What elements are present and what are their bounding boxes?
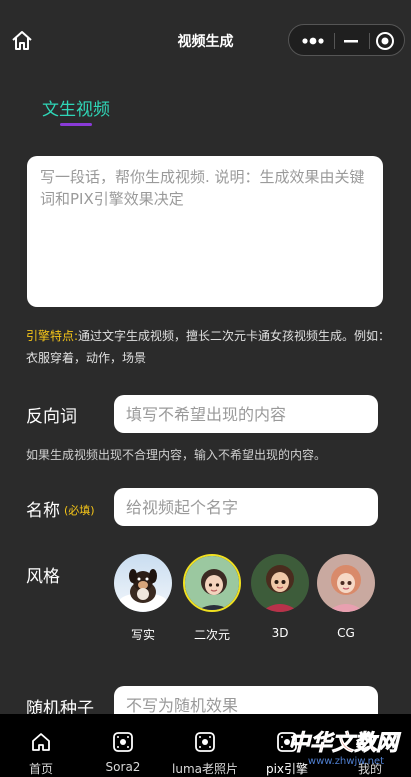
cg-girl-thumbnail (317, 554, 375, 612)
style-option-realistic[interactable]: 写实 (113, 554, 173, 643)
video-icon (193, 730, 217, 754)
tab-text-to-video[interactable]: 文生视频 (42, 95, 110, 120)
tabbar-label: Sora2 (105, 760, 141, 774)
more-icon[interactable] (300, 31, 326, 51)
feature-label: 引擎特点: (26, 329, 79, 343)
style-option-label: 写实 (130, 628, 155, 642)
watermark-title: 中华文数网 (288, 730, 401, 756)
style-option-label: 二次元 (193, 628, 230, 642)
tab-underline (60, 123, 92, 126)
tabbar-item-luma[interactable]: luma老照片 (164, 714, 246, 777)
3d-girl-thumbnail (251, 554, 309, 612)
anime-girl-thumbnail (183, 554, 241, 612)
style-option-label: CG (337, 626, 355, 640)
prompt-box (27, 156, 383, 307)
tabbar-item-sora2[interactable]: Sora2 (82, 714, 164, 777)
tabbar-label: 首页 (28, 762, 53, 776)
name-field (114, 488, 378, 526)
tabbar-label: luma老照片 (172, 762, 238, 776)
negative-input[interactable] (126, 395, 366, 433)
tabbar-item-home[interactable]: 首页 (0, 714, 82, 777)
prompt-input[interactable] (40, 166, 370, 297)
name-label-text: 名称 (26, 501, 60, 521)
video-icon (111, 730, 135, 754)
navigation-bar: 视频生成 (0, 0, 411, 80)
style-option-cg[interactable]: CG (316, 554, 376, 640)
feature-description: 通过文字生成视频，擅长二次元卡通女孩视频生成。例如：衣服穿着，动作，场景 (26, 329, 391, 365)
close-icon[interactable] (375, 31, 395, 51)
required-tag: (必填) (64, 504, 95, 517)
realistic-dog-thumbnail (114, 554, 172, 612)
engine-feature-text: 引擎特点:通过文字生成视频，擅长二次元卡通女孩视频生成。例如：衣服穿着，动作，场… (26, 325, 396, 369)
negative-hint: 如果生成视频出现不合理内容，输入不希望出现的内容。 (26, 448, 327, 462)
negative-field (114, 395, 378, 433)
style-option-anime[interactable]: 二次元 (182, 554, 242, 643)
style-label: 风格 (26, 567, 60, 587)
name-label: 名称 (必填) (26, 496, 95, 521)
name-input[interactable] (126, 488, 366, 526)
watermark-logo: 中华文数网 www.zhwjw.net (288, 730, 402, 767)
minimize-icon[interactable] (341, 31, 361, 51)
style-option-label: 3D (271, 626, 289, 640)
home-icon (29, 730, 53, 754)
negative-label: 反向词 (26, 407, 77, 427)
watermark-url: www.zhwjw.net (308, 756, 384, 767)
miniprogram-capsule (288, 24, 405, 56)
style-option-3d[interactable]: 3D (250, 554, 310, 640)
